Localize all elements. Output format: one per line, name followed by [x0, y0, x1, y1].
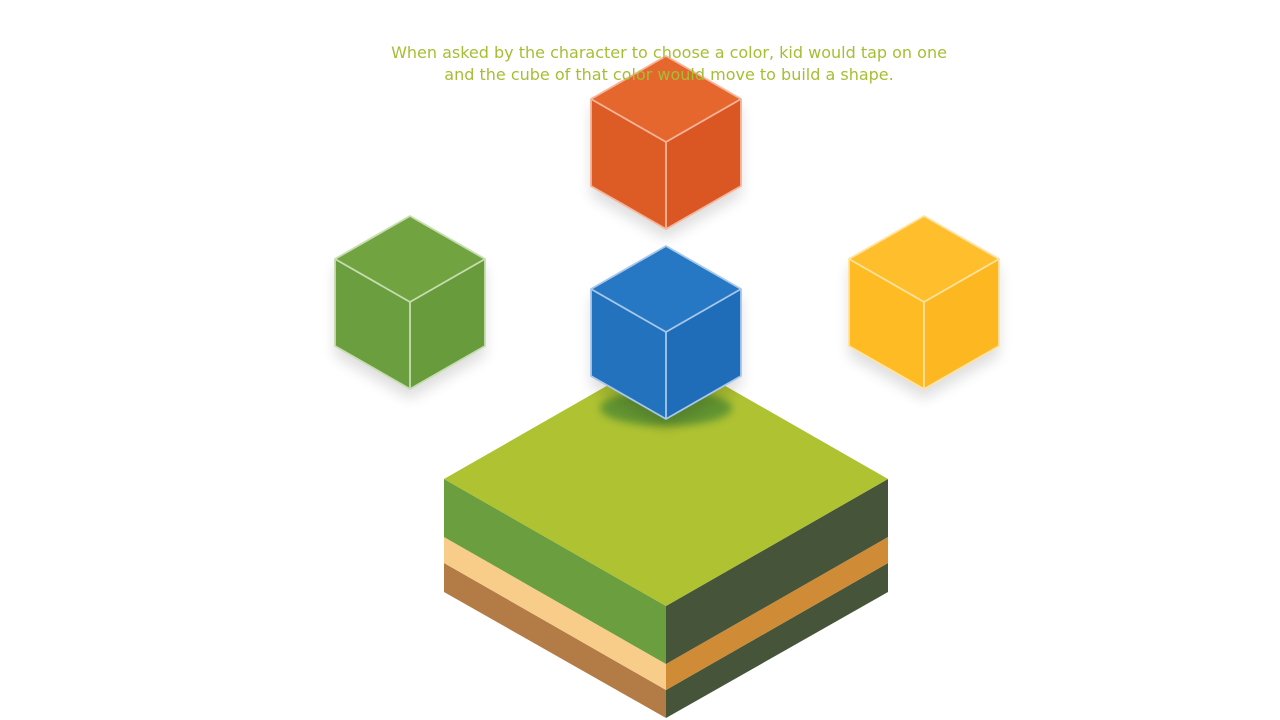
instruction-text: When asked by the character to choose a … — [340, 42, 998, 86]
color-cube-yellow[interactable] — [848, 215, 1000, 399]
game-stage: When asked by the character to choose a … — [0, 0, 1280, 720]
play-scene — [334, 55, 1000, 718]
instruction-line-2: and the cube of that color would move to… — [444, 65, 894, 84]
instruction-line-1: When asked by the character to choose a … — [391, 43, 947, 62]
color-cube-green[interactable] — [334, 215, 486, 399]
